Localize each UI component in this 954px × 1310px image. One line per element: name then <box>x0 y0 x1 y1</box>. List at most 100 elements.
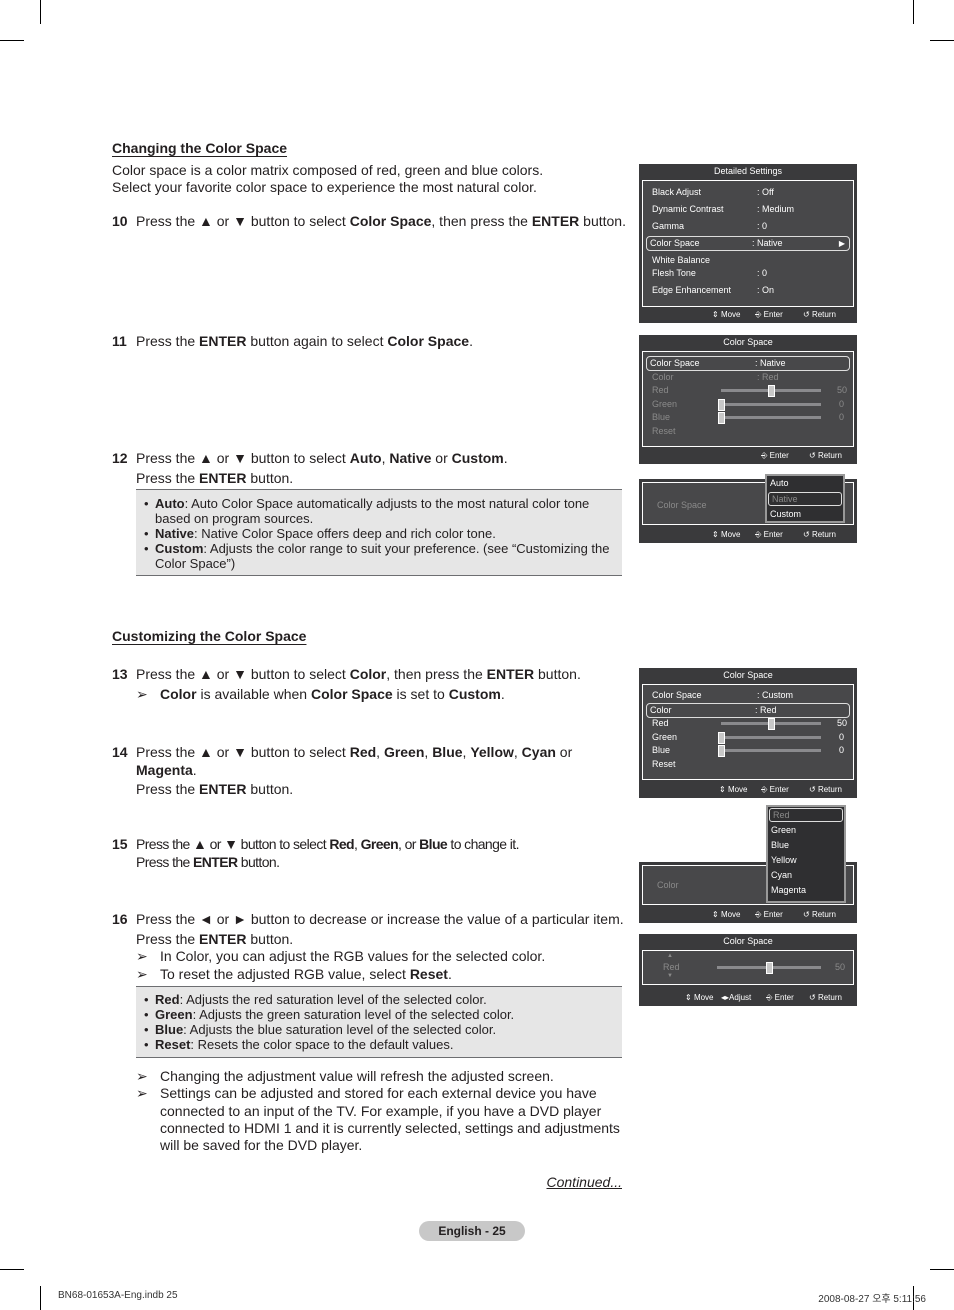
option-auto[interactable]: Auto <box>767 476 843 491</box>
option-native[interactable]: Native <box>768 492 842 506</box>
enter-icon: ⎆ <box>761 785 768 794</box>
osd-red-adjust: Color Space ▲ Red ▼ 50 ⇕ Move ◂▸Adjust ⎆… <box>639 934 857 1006</box>
crop-mark <box>40 0 41 24</box>
step-number: 13 <box>112 666 128 682</box>
info-item-green: • Green: Adjusts the green saturation lev… <box>144 1007 515 1022</box>
return-hint: ↺ Return <box>809 451 842 460</box>
osd-menu: Color Space: Custom Color: Red Red 50 Gre… <box>642 684 854 780</box>
info-item-red: • Red: Adjusts the red saturation level o… <box>144 992 487 1007</box>
option-magenta[interactable]: Magenta <box>768 883 844 898</box>
osd-menu: Black Adjust: Off Dynamic Contrast: Medi… <box>642 180 854 307</box>
crop-mark <box>40 1286 41 1310</box>
osd-footer: ⎆ Enter ↺ Return <box>639 448 857 464</box>
osd-menu: ▲ Red ▼ 50 <box>642 950 854 985</box>
intro-line: Color space is a color matrix composed o… <box>112 162 544 178</box>
blue-slider-track[interactable] <box>721 749 821 752</box>
crop-mark <box>0 1269 24 1270</box>
arrow-right-icon: ▶ <box>838 239 845 248</box>
step-number: 14 <box>112 744 128 760</box>
slider-row-green[interactable]: Green 0 <box>649 731 847 744</box>
footer-timestamp: 2008-08-27 오후 5:11:56 <box>818 1294 926 1305</box>
page-number-badge: English - 25 <box>419 1221 525 1241</box>
option-green[interactable]: Green <box>768 823 844 838</box>
option-cyan[interactable]: Cyan <box>768 868 844 883</box>
return-hint: ↺ Return <box>809 993 842 1002</box>
arrow-icon: ➢ <box>136 685 148 702</box>
slider-row-green: Green 0 <box>652 399 844 411</box>
up-arrow-icon[interactable]: ▲ <box>667 953 673 959</box>
adjust-slider-knob[interactable] <box>766 962 773 974</box>
blue-slider-knob[interactable] <box>718 745 725 757</box>
menu-item-gamma[interactable]: Gamma: 0 <box>649 220 847 233</box>
intro-paragraph: Color space is a color matrix composed o… <box>112 162 543 196</box>
osd-footer: ⇕ Move ⎆ Enter ↺ Return <box>639 782 857 798</box>
arrow-icon: ➢ <box>136 965 148 982</box>
note: ➢ Color is available when Color Space is … <box>136 685 505 702</box>
return-icon: ↺ <box>809 993 816 1002</box>
move-hint: ⇕ Move <box>712 910 741 919</box>
red-slider-knob <box>768 385 775 397</box>
menu-item-color-space[interactable]: Color Space: Custom <box>649 689 847 702</box>
note: ➢ Changing the adjustment value will refr… <box>136 1068 554 1084</box>
up-down-icon: ⇕ <box>712 310 719 319</box>
option-blue[interactable]: Blue <box>768 838 844 853</box>
menu-item-edge-enhancement[interactable]: Edge Enhancement: On <box>649 284 847 297</box>
return-icon: ↺ <box>809 785 816 794</box>
return-hint: ↺ Return <box>809 785 842 794</box>
menu-item-color-space[interactable]: Color Space: Native ▶ <box>646 236 850 251</box>
crop-mark <box>930 40 954 41</box>
menu-item-white-balance[interactable]: White Balance <box>649 254 847 267</box>
option-custom[interactable]: Custom <box>767 507 843 522</box>
arrow-icon: ➢ <box>136 948 148 964</box>
osd-footer: ⇕ Move ◂▸Adjust ⎆ Enter ↺ Return <box>639 990 857 1006</box>
end-notes: ➢ Changing the adjustment value will refr… <box>136 1068 626 1154</box>
menu-item-reset[interactable]: Reset <box>649 758 847 771</box>
down-arrow-icon[interactable]: ▼ <box>667 973 673 979</box>
return-icon: ↺ <box>803 530 810 539</box>
green-slider-track <box>721 403 821 406</box>
note: ➢ Settings can be adjusted and stored fo… <box>136 1085 620 1154</box>
menu-item-black-adjust[interactable]: Black Adjust: Off <box>649 186 847 199</box>
green-slider-track[interactable] <box>721 736 821 739</box>
osd-footer: ⇕ Move ⎆ Enter ↺ Return <box>639 907 857 923</box>
arrow-icon: ➢ <box>136 1085 148 1102</box>
green-slider-knob[interactable] <box>718 732 725 744</box>
menu-item-color-space[interactable]: Color Space: Native <box>646 356 850 371</box>
slider-row-blue[interactable]: Blue 0 <box>649 744 847 757</box>
enter-icon: ⎆ <box>766 993 773 1002</box>
menu-item-color[interactable]: Color: Red <box>646 703 850 718</box>
slider-row-red[interactable]: Red 50 <box>649 717 847 730</box>
enter-icon: ⎆ <box>761 451 768 460</box>
menu-item-flesh-tone[interactable]: Flesh Tone: 0 <box>649 267 847 280</box>
enter-hint: ⎆ Enter <box>755 910 783 919</box>
osd-menu: Color Space: Native Color: Red Red 50 Gre… <box>642 351 854 447</box>
return-hint: ↺ Return <box>803 530 836 539</box>
enter-hint: ⎆ Enter <box>761 451 789 460</box>
crop-mark <box>0 40 24 41</box>
info-item-blue: • Blue: Adjusts the blue saturation level… <box>144 1022 497 1037</box>
blue-slider-knob <box>718 412 725 424</box>
step-text: Press the ▲ or ▼ button to select Color,… <box>136 666 581 702</box>
enter-hint: ⎆ Enter <box>755 310 783 319</box>
up-down-icon: ⇕ <box>719 785 726 794</box>
step-number: 16 <box>112 911 128 927</box>
move-hint: ⇕ Move <box>712 310 741 319</box>
red-slider-knob[interactable] <box>768 718 775 730</box>
osd-title: Color Space <box>723 670 773 680</box>
move-hint: ⇕ Move <box>712 530 741 539</box>
info-item-native: • Native: Native Color Space offers deep … <box>144 526 496 541</box>
step-number: 10 <box>112 213 128 229</box>
up-down-icon: ⇕ <box>685 993 692 1002</box>
info-box-rgb: • Red: Adjusts the red saturation level o… <box>136 986 622 1058</box>
slider-row-blue: Blue 0 <box>652 412 844 424</box>
arrow-icon: ➢ <box>136 1068 148 1084</box>
move-hint: ⇕ Move <box>719 785 748 794</box>
info-item-auto: • Auto: Auto Color Space automatically ad… <box>144 496 590 526</box>
step-number: 11 <box>112 333 127 349</box>
menu-item-dynamic-contrast[interactable]: Dynamic Contrast: Medium <box>649 203 847 216</box>
green-slider-knob <box>718 399 725 411</box>
option-yellow[interactable]: Yellow <box>768 853 844 868</box>
option-red[interactable]: Red <box>769 808 843 822</box>
info-item-reset: • Reset: Resets the color space to the de… <box>144 1037 454 1052</box>
osd-color-space-dropdown: Color Space Auto Native Custom ⇕ Move ⎆ … <box>639 474 857 543</box>
